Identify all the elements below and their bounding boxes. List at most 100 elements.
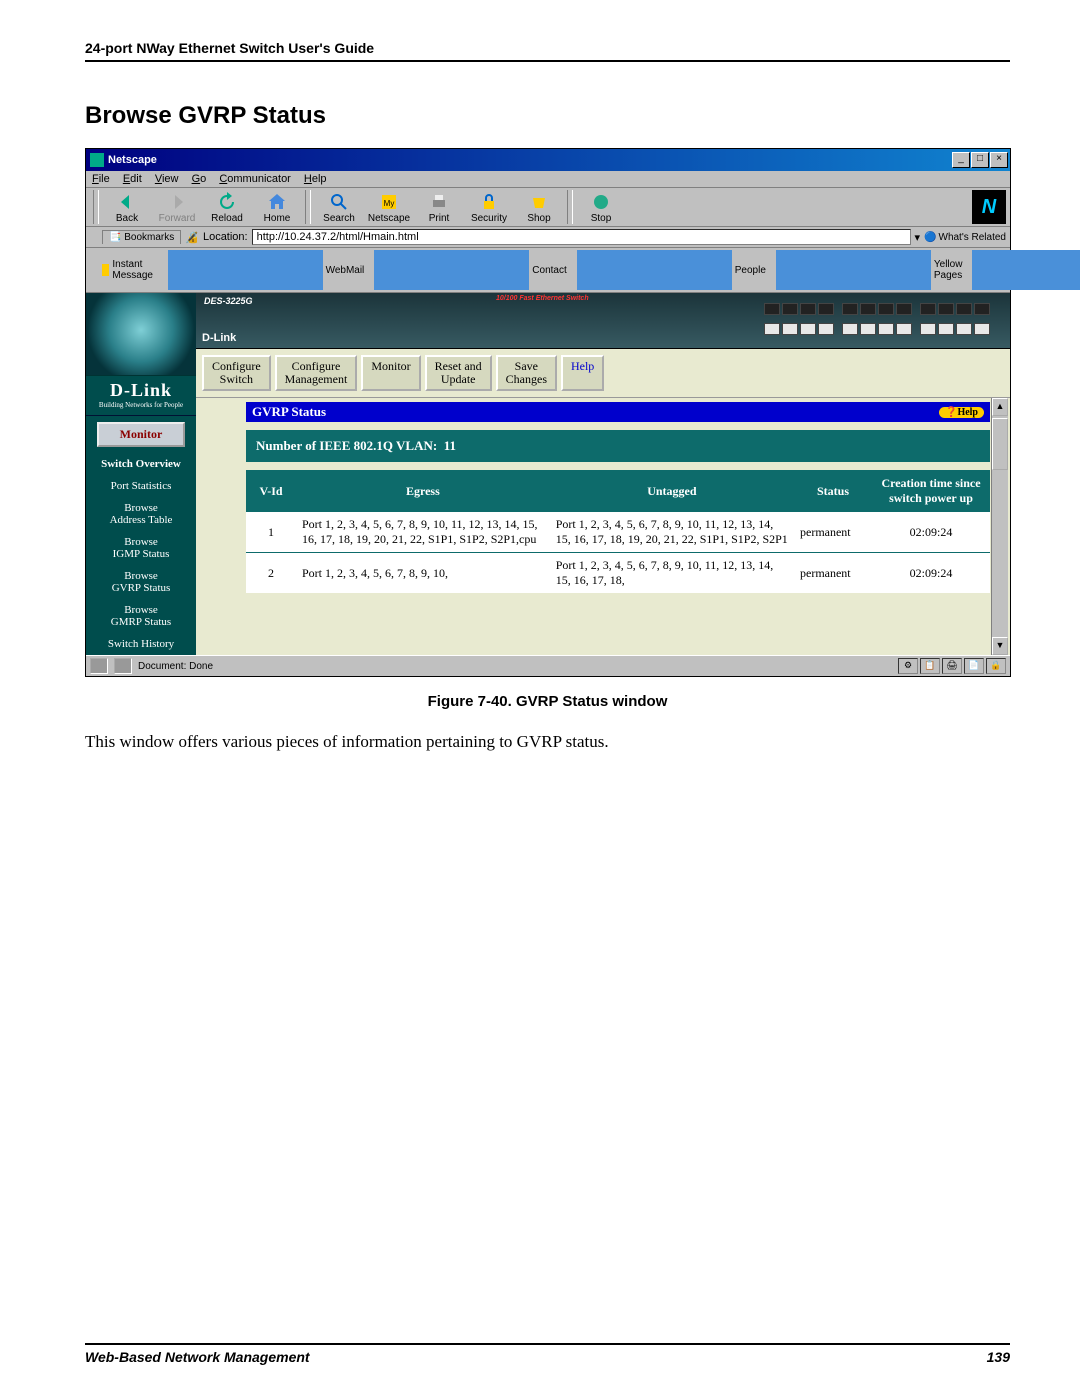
cell-creation: 02:09:24 — [872, 553, 990, 594]
table-row: 2 Port 1, 2, 3, 4, 5, 6, 7, 8, 9, 10, Po… — [246, 553, 990, 594]
link-yellow-pages[interactable]: Yellow Pages — [776, 250, 963, 290]
main-area: DES-3225G 10/100 Fast Ethernet Switch D-… — [196, 293, 1010, 655]
whats-related-button[interactable]: 🔵 What's Related — [924, 232, 1006, 243]
tray-icon[interactable]: 🖨 — [942, 658, 962, 674]
side-link-overview[interactable]: Switch Overview — [86, 453, 196, 475]
menu-help[interactable]: Help — [304, 173, 327, 185]
menu-communicator[interactable]: Communicator — [219, 173, 291, 185]
nav-reset-update[interactable]: Reset and Update — [425, 355, 492, 391]
globe-image — [86, 293, 196, 376]
monitor-button[interactable]: Monitor — [97, 422, 185, 447]
scroll-thumb[interactable] — [992, 418, 1008, 470]
side-link-history[interactable]: Switch History — [86, 633, 196, 655]
figure-caption: Figure 7-40. GVRP Status window — [85, 693, 1010, 710]
gvrp-table: V-Id Egress Untagged Status Creation tim… — [246, 470, 990, 593]
link-contact[interactable]: Contact — [374, 250, 566, 290]
browser-window: Netscape _□× File Edit View Go Communica… — [85, 148, 1011, 677]
location-label: Location: — [203, 231, 248, 243]
col-vid: V-Id — [246, 470, 296, 512]
footer-section: Web-Based Network Management — [85, 1349, 310, 1365]
page-footer: Web-Based Network Management 139 — [85, 1343, 1010, 1365]
device-image: DES-3225G 10/100 Fast Ethernet Switch D-… — [196, 293, 1010, 349]
minimize-button[interactable]: _ — [952, 152, 970, 168]
panel-title-text: GVRP Status — [252, 404, 326, 420]
status-icon — [114, 658, 132, 674]
cell-untagged: Port 1, 2, 3, 4, 5, 6, 7, 8, 9, 10, 11, … — [550, 553, 794, 594]
side-link-gvrp[interactable]: Browse GVRP Status — [86, 565, 196, 599]
side-link-igmp[interactable]: Browse IGMP Status — [86, 531, 196, 565]
cell-egress: Port 1, 2, 3, 4, 5, 6, 7, 8, 9, 10, — [296, 553, 550, 594]
netscape-button[interactable]: MyNetscape — [364, 192, 414, 224]
link-download[interactable]: Download — [972, 250, 1080, 290]
cell-status: permanent — [794, 553, 872, 594]
tray-icon[interactable]: ⚙ — [898, 658, 918, 674]
bookmarks-button[interactable]: 📑 Bookmarks — [102, 230, 181, 244]
reload-button[interactable]: Reload — [202, 192, 252, 224]
statusbar: Document: Done ⚙ 📋 🖨 📄 🔒 — [86, 655, 1010, 676]
maximize-button[interactable]: □ — [971, 152, 989, 168]
menu-go[interactable]: Go — [192, 173, 207, 185]
back-button[interactable]: Back — [102, 192, 152, 224]
cell-vid: 1 — [246, 512, 296, 553]
tray-icon[interactable]: 🔒 — [986, 658, 1006, 674]
link-webmail[interactable]: WebMail — [168, 250, 365, 290]
menu-edit[interactable]: Edit — [123, 173, 142, 185]
status-icon — [90, 658, 108, 674]
nav-configure-switch[interactable]: Configure Switch — [202, 355, 271, 391]
nav-monitor[interactable]: Monitor — [361, 355, 420, 391]
document-page: 24-port NWay Ethernet Switch User's Guid… — [0, 0, 1080, 1397]
scroll-up-button[interactable]: ▲ — [992, 398, 1008, 416]
side-link-port-stats[interactable]: Port Statistics — [86, 475, 196, 497]
vlan-count-row: Number of IEEE 802.1Q VLAN: 11 — [246, 430, 990, 462]
security-button[interactable]: Security — [464, 192, 514, 224]
content-panel: GVRP Status ❓Help Number of IEEE 802.1Q … — [196, 398, 1010, 655]
side-link-gmrp[interactable]: Browse GMRP Status — [86, 599, 196, 633]
stop-button[interactable]: Stop — [576, 192, 626, 224]
cell-egress: Port 1, 2, 3, 4, 5, 6, 7, 8, 9, 10, 11, … — [296, 512, 550, 553]
location-dropdown[interactable]: ▾ — [915, 231, 921, 244]
link-people[interactable]: People — [577, 250, 766, 290]
print-button[interactable]: Print — [414, 192, 464, 224]
status-text: Document: Done — [138, 661, 892, 672]
location-input[interactable]: http://10.24.37.2/html/Hmain.html — [252, 229, 911, 245]
tray-icon[interactable]: 📋 — [920, 658, 940, 674]
tray-icon[interactable]: 📄 — [964, 658, 984, 674]
menu-view[interactable]: View — [155, 173, 179, 185]
col-status: Status — [794, 470, 872, 512]
shop-button[interactable]: Shop — [514, 192, 564, 224]
table-header-row: V-Id Egress Untagged Status Creation tim… — [246, 470, 990, 512]
doc-header: 24-port NWay Ethernet Switch User's Guid… — [85, 40, 1010, 62]
link-instant-message[interactable]: Instant Message — [102, 259, 158, 281]
nav-configure-mgmt[interactable]: Configure Management — [275, 355, 358, 391]
nav-save-changes[interactable]: Save Changes — [496, 355, 557, 391]
body-paragraph: This window offers various pieces of inf… — [85, 732, 1010, 752]
forward-button[interactable]: Forward — [152, 192, 202, 224]
col-untagged: Untagged — [550, 470, 794, 512]
footer-page-number: 139 — [987, 1349, 1010, 1365]
cell-untagged: Port 1, 2, 3, 4, 5, 6, 7, 8, 9, 10, 11, … — [550, 512, 794, 553]
side-link-address-table[interactable]: Browse Address Table — [86, 497, 196, 531]
app-icon — [90, 153, 104, 167]
vlan-count-value: 11 — [444, 438, 456, 453]
panel-help-button[interactable]: ❓Help — [939, 407, 984, 418]
col-egress: Egress — [296, 470, 550, 512]
nav-help[interactable]: Help — [561, 355, 604, 391]
home-button[interactable]: Home — [252, 192, 302, 224]
device-type-label: 10/100 Fast Ethernet Switch — [496, 295, 589, 302]
brand-logo: D-Link — [86, 376, 196, 401]
table-row: 1 Port 1, 2, 3, 4, 5, 6, 7, 8, 9, 10, 11… — [246, 512, 990, 553]
device-model: DES-3225G — [204, 296, 253, 306]
cell-status: permanent — [794, 512, 872, 553]
close-button[interactable]: × — [990, 152, 1008, 168]
brand-tagline: Building Networks for People — [86, 401, 196, 416]
col-creation: Creation time since switch power up — [872, 470, 990, 512]
window-titlebar: Netscape _□× — [86, 149, 1010, 171]
scroll-down-button[interactable]: ▼ — [992, 637, 1008, 655]
vertical-scrollbar[interactable]: ▲ ▼ — [991, 398, 1008, 655]
section-title: Browse GVRP Status — [85, 102, 1010, 130]
menubar: File Edit View Go Communicator Help — [86, 171, 1010, 188]
main-nav: Configure Switch Configure Management Mo… — [196, 349, 1010, 398]
search-button[interactable]: Search — [314, 192, 364, 224]
menu-file[interactable]: File — [92, 173, 110, 185]
page-content: D-Link Building Networks for People Moni… — [86, 293, 1010, 655]
